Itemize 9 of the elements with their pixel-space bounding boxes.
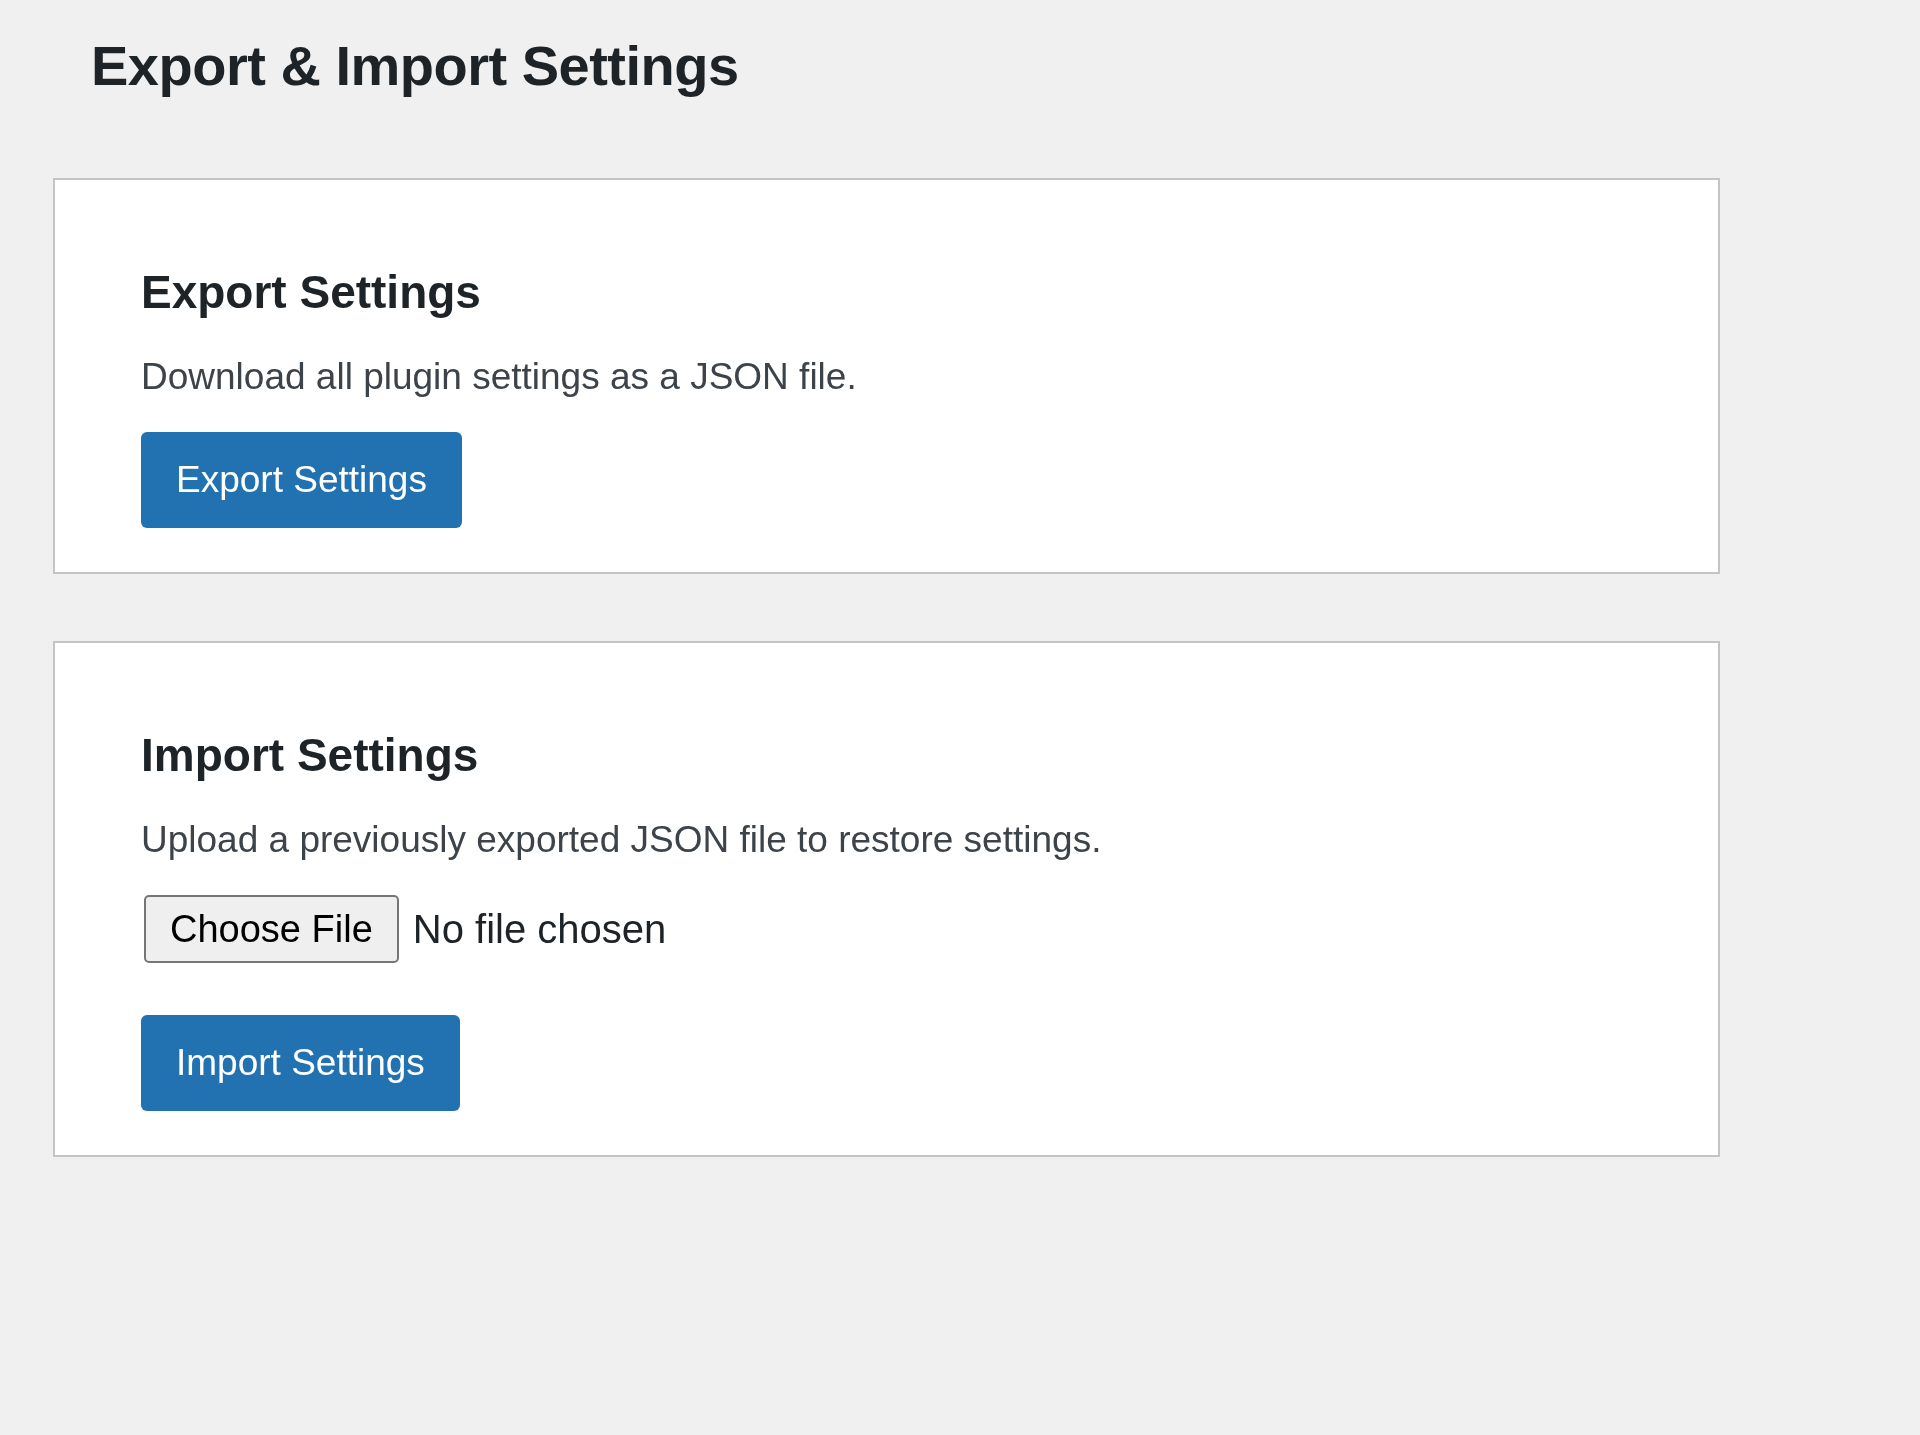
- choose-file-button[interactable]: Choose File: [144, 895, 399, 963]
- file-status: No file chosen: [412, 906, 667, 953]
- section-heading: Import Settings: [141, 728, 479, 783]
- section-heading: Export Settings: [141, 265, 481, 320]
- section-description: Download all plugin settings as a JSON file.: [141, 355, 857, 399]
- export-button[interactable]: Export Settings: [141, 432, 462, 528]
- import-button[interactable]: Import Settings: [141, 1015, 460, 1111]
- section-description: Upload a previously exported JSON file to restore settings.: [141, 818, 1102, 862]
- page-title: Export & Import Settings: [91, 33, 739, 99]
